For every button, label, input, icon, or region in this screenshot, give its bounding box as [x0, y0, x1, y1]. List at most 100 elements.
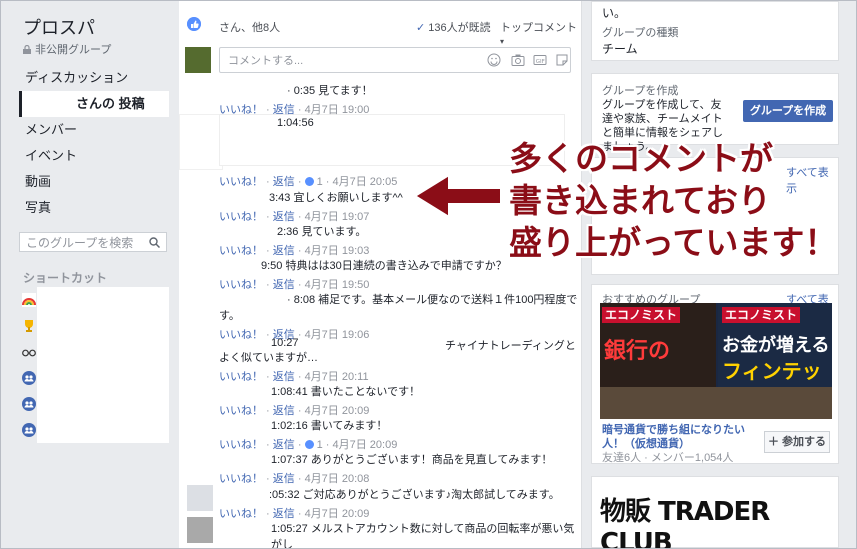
like-link[interactable]: いいね！ — [219, 439, 263, 451]
like-link[interactable]: いいね！ — [219, 279, 263, 291]
redacted-shortcut-names — [37, 287, 169, 443]
comment-item: 1:08:41 書いたことないです！ いいね！ · 返信 · 4月7日 20:0… — [219, 383, 579, 418]
like-icon — [187, 17, 201, 31]
comment-text: 1:04:56 — [277, 117, 314, 129]
reply-link[interactable]: 返信 — [273, 245, 295, 257]
comment-time[interactable]: 1 · 4月7日 20:09 — [317, 439, 398, 451]
comment-time[interactable]: 4月7日 19:50 — [305, 279, 370, 291]
magazine-photos — [600, 387, 832, 419]
comment-text: 10:27 — [271, 337, 299, 349]
comment-actions: いいね！ · 返信 · 4月7日 19:00 — [219, 104, 370, 116]
sticker-icon[interactable] — [555, 53, 569, 67]
trader-club-banner[interactable]: 物販 TRADER CLUB — [600, 491, 832, 548]
comment-avatar[interactable] — [187, 517, 213, 543]
nav-photos[interactable]: 写真 — [19, 195, 169, 221]
magazine-title: エコノミスト — [722, 307, 801, 323]
rainbow-icon — [22, 293, 36, 307]
comment-avatar[interactable] — [187, 485, 213, 511]
window: プロスパ 非公開グループ ディスカッション さんの 投稿 メンバー イベント 動… — [0, 0, 857, 549]
nav-member-posts[interactable]: さんの 投稿 — [19, 91, 169, 117]
annotation-line: 書き込まれており — [509, 182, 772, 219]
nav-events[interactable]: イベント — [19, 143, 169, 169]
recommended-group-cover[interactable]: エコノミスト エコノミスト 銀行の お金が増える フィンテック — [600, 303, 832, 419]
see-all-link[interactable]: すべて表示 — [786, 164, 838, 196]
reply-link[interactable]: 返信 — [273, 176, 295, 188]
join-group-button[interactable]: ＋ 参加する — [764, 431, 830, 453]
privacy-label: 非公開グループ — [35, 44, 112, 56]
comment-actions: いいね！ · 返信 · 4月7日 20:11 — [219, 371, 369, 383]
liked-by-text[interactable]: さん、他8人 — [219, 19, 280, 35]
group-icon — [22, 397, 36, 411]
like-link[interactable]: いいね！ — [219, 508, 263, 520]
magazine-headline: 銀行の — [604, 338, 671, 363]
nav-discussion[interactable]: ディスカッション — [19, 65, 169, 91]
top-comments-dropdown[interactable]: トップコメント ▾ — [500, 19, 579, 47]
reply-link[interactable]: 返信 — [273, 439, 295, 451]
magazine-title: エコノミスト — [602, 307, 681, 323]
like-link[interactable]: いいね！ — [219, 405, 263, 417]
reply-link[interactable]: 返信 — [273, 508, 295, 520]
comment-time[interactable]: 4月7日 20:09 — [305, 405, 370, 417]
reply-link[interactable]: 返信 — [273, 211, 295, 223]
like-icon — [304, 440, 314, 449]
comment-actions: いいね！ · 返信 · 4月7日 20:09 — [219, 508, 370, 520]
comment-time[interactable]: 4月7日 20:08 — [305, 473, 370, 485]
comment-item: 1:05:27 メルストアカウント数に対して商品の回転率が悪い気がし — [219, 520, 579, 548]
comment-time[interactable]: 4月7日 20:11 — [305, 371, 369, 383]
recommended-groups-card: おすすめのグループ すべて表示 エコノミスト エコノミスト 銀行の お金が増える… — [591, 284, 839, 464]
like-link[interactable]: いいね！ — [219, 245, 263, 257]
like-link[interactable]: いいね！ — [219, 371, 263, 383]
comment-text-right: チャイナトレーディングと — [445, 340, 576, 352]
reply-link[interactable]: 返信 — [273, 405, 295, 417]
glasses-icon — [22, 349, 36, 357]
like-summary-bar: さん、他8人 ✓ 136人が既読 トップコメント ▾ — [179, 15, 579, 46]
create-group-button[interactable]: グループを作成 — [743, 100, 833, 122]
comment-text: :05:32 ご対応ありがとうございます♪淘太郎試してみます。 — [269, 489, 560, 501]
reply-link[interactable]: 返信 — [273, 371, 295, 383]
gif-icon[interactable]: GIF — [533, 53, 547, 67]
comment-time[interactable]: 4月7日 20:09 — [305, 508, 370, 520]
group-type-value: チーム — [602, 42, 638, 56]
like-link[interactable]: いいね！ — [219, 211, 263, 223]
reply-link[interactable]: 返信 — [273, 104, 295, 116]
nav-member-posts-label: さんの 投稿 — [76, 96, 145, 111]
read-count[interactable]: ✓ 136人が既読 — [416, 19, 491, 35]
group-search-input[interactable]: このグループを検索 — [19, 232, 167, 252]
svg-text:GIF: GIF — [536, 59, 545, 65]
recommended-group-meta: 友達6人 · メンバー1,054人 — [602, 452, 734, 464]
create-group-card: グループを作成 グループを作成して、友達や家族、チームメイトと簡単に情報をシェア… — [591, 73, 839, 153]
reply-link[interactable]: 返信 — [273, 279, 295, 291]
comment-time[interactable]: 1 · 4月7日 20:05 — [317, 176, 398, 188]
comment-actions: いいね！ · 返信 · 1 · 4月7日 20:09 — [219, 439, 398, 451]
read-count-label: 136人が既読 — [428, 22, 491, 34]
comment-time[interactable]: 4月7日 19:03 — [305, 245, 370, 257]
reply-link[interactable]: 返信 — [273, 473, 295, 485]
like-link[interactable]: いいね！ — [219, 104, 263, 116]
like-link[interactable]: いいね！ — [219, 176, 263, 188]
comment-time[interactable]: 4月7日 19:07 — [305, 211, 370, 223]
search-icon — [149, 237, 160, 248]
annotation-line: 盛り上がっています！ — [509, 224, 838, 261]
nav-videos[interactable]: 動画 — [19, 169, 169, 195]
comment-placeholder: コメントする... — [228, 55, 304, 67]
camera-icon[interactable] — [511, 53, 525, 67]
comment-item: :05:32 ご対応ありがとうございます♪淘太郎試してみます。 いいね！ · 返… — [219, 486, 579, 521]
nav-members[interactable]: メンバー — [19, 117, 169, 143]
recommended-group-name[interactable]: 暗号通貨で勝ち組になりたい人！（仮想通貨） — [602, 423, 752, 451]
comment-text-continued: す。 — [219, 310, 240, 322]
comment-feed: さん、他8人 ✓ 136人が既読 トップコメント ▾ コメントする... GIF… — [179, 1, 582, 548]
group-name[interactable]: プロスパ — [23, 14, 95, 40]
caret-down-icon: ▾ — [500, 37, 505, 46]
annotation-line: 多くのコメントが — [509, 140, 773, 177]
comment-text: · 0:35 見てます！ — [287, 85, 373, 97]
emoji-icon[interactable] — [487, 53, 501, 67]
comment-composer: コメントする... GIF — [185, 47, 573, 77]
comment-time[interactable]: 4月7日 19:00 — [305, 104, 370, 116]
like-link[interactable]: いいね！ — [219, 473, 263, 485]
comment-text: · 8:08 補足です。基本メール便なので送料１件100円程度で — [287, 294, 578, 306]
comment-item: 1:07:37 ありがとうございます！商品を見直してみます！ いいね！ · 返信… — [219, 451, 579, 486]
right-column: い。 グループの種類 チーム グループを作成 グループを作成して、友達や家族、チ… — [591, 1, 841, 548]
group-icon — [22, 371, 36, 385]
magazine-headline: お金が増える — [722, 335, 830, 355]
trophy-icon — [25, 320, 33, 332]
